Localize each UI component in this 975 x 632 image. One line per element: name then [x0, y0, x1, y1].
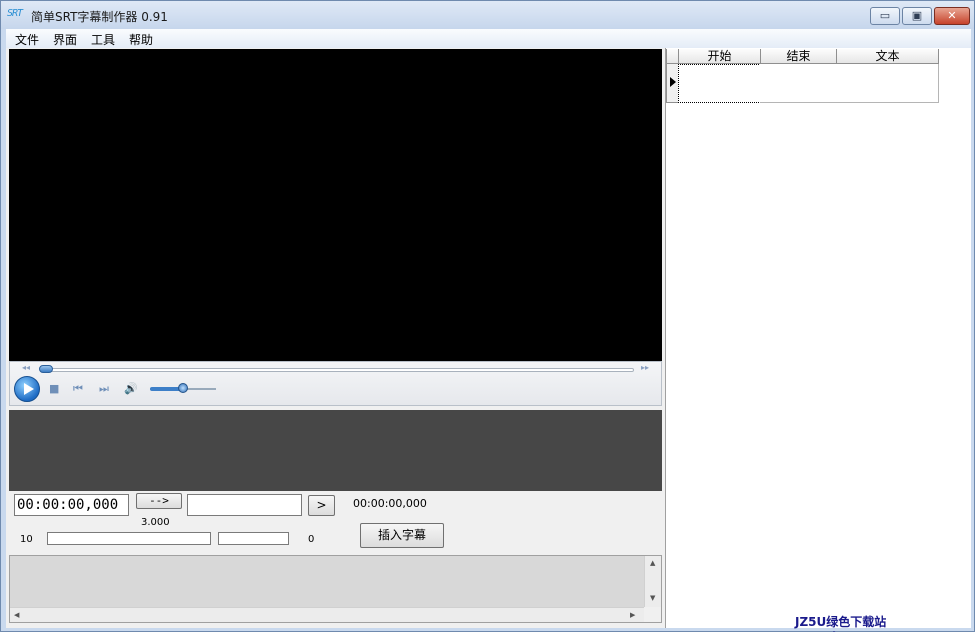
title-bar: SRT 简单SRT字幕制作器 0.91 ▭ ▣ ✕ [1, 1, 974, 29]
horizontal-scrollbar[interactable]: ◀ ▶ [10, 607, 644, 622]
watermark: JZ5U绿色下载站www.jz5u.com [795, 615, 892, 632]
duration-label: 3.000 [141, 517, 170, 528]
maximize-button[interactable]: ▣ [902, 7, 932, 25]
menu-file[interactable]: 文件 [15, 31, 39, 48]
app-logo-icon: SRT [7, 8, 23, 19]
player-controls: ◂◂ ▸▸ ■ ⏮ ⏭ 🔊 [9, 361, 662, 406]
scroll-up-icon[interactable]: ▲ [650, 559, 655, 567]
column-header-start[interactable]: 开始 [678, 49, 761, 64]
scroll-left-icon[interactable]: ◀ [14, 611, 19, 619]
next-button[interactable]: > [308, 495, 335, 516]
seek-thumb[interactable] [39, 365, 53, 373]
end-time-input[interactable] [187, 494, 302, 516]
play-button[interactable] [14, 376, 40, 402]
menu-view[interactable]: 界面 [53, 31, 77, 48]
video-display[interactable] [9, 49, 662, 361]
volume-thumb[interactable] [178, 383, 188, 393]
stop-icon[interactable]: ■ [49, 382, 59, 395]
start-time-input[interactable]: 00:00:00,000 [14, 494, 129, 516]
waveform-panel[interactable] [9, 410, 662, 491]
menu-help[interactable]: 帮助 [129, 31, 153, 48]
cell-end[interactable] [760, 64, 837, 103]
app-window: SRT 简单SRT字幕制作器 0.91 ▭ ▣ ✕ 文件 界面 工具 帮助 ◂◂… [0, 0, 975, 632]
insert-subtitle-button[interactable]: 插入字幕 [360, 523, 444, 548]
seek-bar[interactable] [40, 368, 634, 372]
subtitle-grid: 开始 结束 文本 [665, 48, 971, 628]
previous-icon[interactable]: ⏮ [73, 382, 83, 396]
offset-slider[interactable] [218, 532, 289, 545]
menu-tools[interactable]: 工具 [91, 31, 115, 48]
duration-slider[interactable] [47, 532, 211, 545]
main-area: ◂◂ ▸▸ ■ ⏮ ⏭ 🔊 00:00:00,000 --> > 00:00:0… [6, 48, 971, 628]
cell-text[interactable] [836, 64, 939, 103]
column-header-text[interactable]: 文本 [836, 49, 939, 64]
scroll-down-icon[interactable]: ▼ [650, 594, 655, 602]
set-end-button[interactable]: --> [136, 493, 182, 509]
volume-icon[interactable]: 🔊 [124, 382, 138, 395]
current-row-icon [670, 77, 676, 87]
current-time-label: 00:00:00,000 [353, 497, 427, 510]
rewind-icon[interactable]: ◂◂ [22, 363, 30, 372]
window-title: 简单SRT字幕制作器 0.91 [31, 10, 168, 24]
scroll-right-icon[interactable]: ▶ [630, 611, 635, 619]
vertical-scrollbar[interactable]: ▲ ▼ [644, 556, 661, 607]
subtitle-text-area[interactable]: ▲ ▼ ◀ ▶ [9, 555, 662, 623]
play-icon [24, 383, 34, 395]
next-icon[interactable]: ⏭ [99, 382, 109, 396]
close-button[interactable]: ✕ [934, 7, 970, 25]
fast-forward-icon[interactable]: ▸▸ [641, 363, 649, 372]
menu-bar: 文件 界面 工具 帮助 [6, 29, 971, 48]
column-header-end[interactable]: 结束 [760, 49, 837, 64]
min-value-label: 10 [20, 534, 33, 545]
zero-value-label: 0 [308, 534, 315, 545]
cell-start[interactable] [678, 64, 761, 103]
scrollbar-corner [644, 607, 661, 622]
minimize-button[interactable]: ▭ [870, 7, 900, 25]
